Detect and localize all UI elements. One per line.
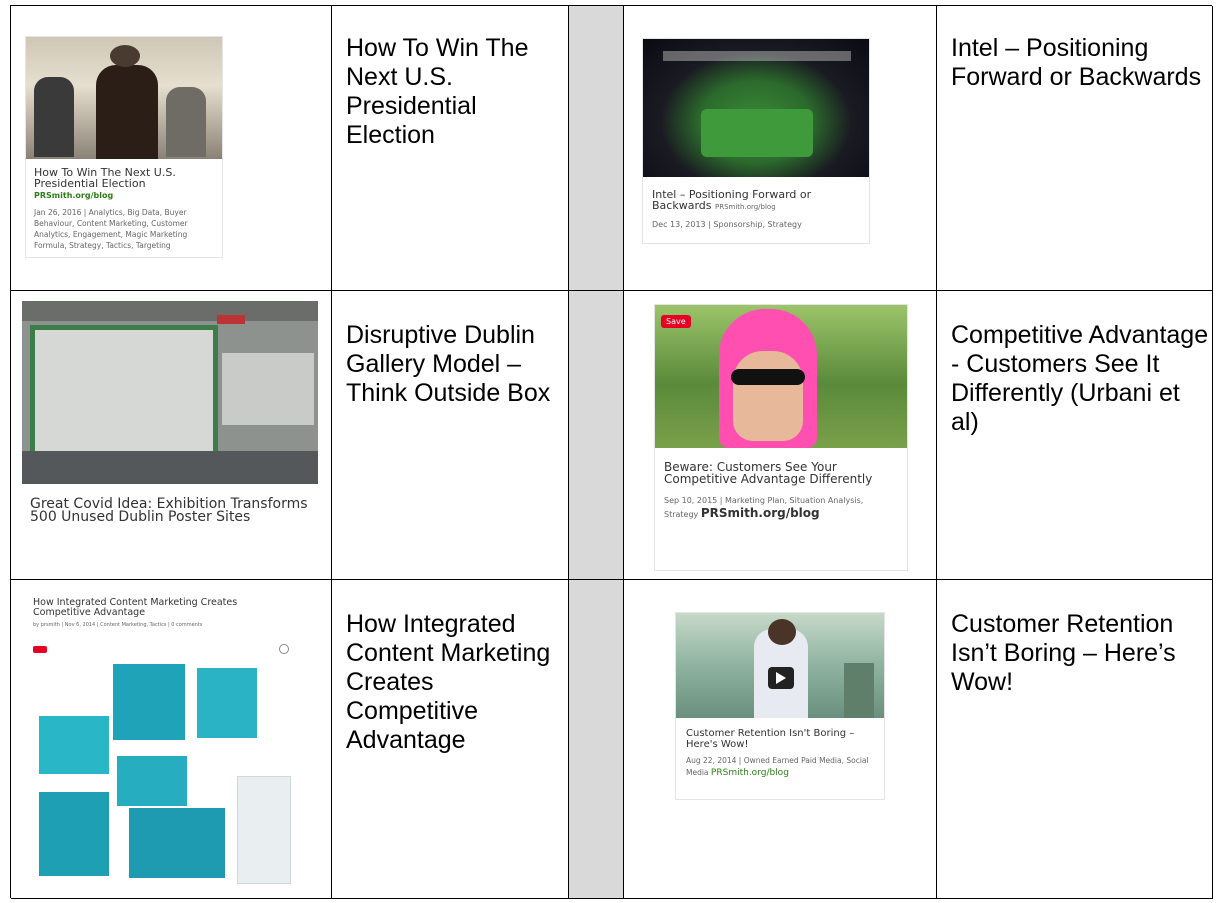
blog-post-table: How To Win The Next U.S. Presidential El…: [10, 5, 1213, 899]
column-divider: [569, 6, 624, 291]
save-icon: [33, 646, 47, 653]
row1-right-title-cell: Intel – Positioning Forward or Backwards: [937, 6, 1213, 291]
post-card[interactable]: Great Covid Idea: Exhibition Transforms …: [22, 301, 318, 570]
row1-left-thumbnail-cell: How To Win The Next U.S. Presidential El…: [11, 6, 332, 291]
infographic-thumb: [39, 792, 109, 876]
card-tag: PRSmith.org/blog: [34, 191, 114, 200]
post-title: Intel – Positioning Forward or Backwards: [951, 34, 1202, 91]
card-tag: PRSmith.org/blog: [710, 768, 789, 778]
row2-right-thumbnail-cell: Save Beware: Customers See Your Competit…: [624, 291, 937, 580]
post-card[interactable]: Intel – Positioning Forward or Backwards…: [642, 38, 870, 244]
card-title[interactable]: Beware: Customers See Your Competitive A…: [664, 461, 898, 485]
row3-right-thumbnail-cell: Customer Retention Isn't Boring – Here's…: [624, 580, 937, 899]
column-divider: [569, 580, 624, 899]
save-button[interactable]: Save: [661, 315, 691, 328]
infographic-thumb: [117, 756, 187, 806]
card-title[interactable]: How To Win The Next U.S. Presidential El…: [34, 166, 176, 190]
post-card[interactable]: Save Beware: Customers See Your Competit…: [654, 304, 908, 571]
infographic-thumb: [39, 716, 109, 774]
row1-left-title-cell: How To Win The Next U.S. Presidential El…: [332, 6, 569, 291]
infographic-thumb: [129, 808, 225, 878]
video-thumbnail: [676, 613, 884, 718]
row2-left-title-cell: Disruptive Dublin Gallery Model – Think …: [332, 291, 569, 580]
play-icon[interactable]: [768, 667, 794, 689]
card-byline: by prsmith | Nov 6, 2014 | Content Marke…: [33, 622, 203, 628]
row3-right-title-cell: Customer Retention Isn’t Boring – Here’s…: [937, 580, 1213, 899]
post-title: Disruptive Dublin Gallery Model – Think …: [346, 321, 551, 407]
card-meta: Dec 13, 2013 | Sponsorship, Strategy: [652, 220, 802, 229]
post-title: How Integrated Content Marketing Creates…: [346, 610, 551, 754]
infographic-thumb: [113, 664, 185, 740]
poster-site-photo: [22, 301, 318, 484]
row2-right-title-cell: Competitive Advantage - Customers See It…: [937, 291, 1213, 580]
column-divider: [569, 291, 624, 580]
row1-right-thumbnail-cell: Intel – Positioning Forward or Backwards…: [624, 6, 937, 291]
card-title[interactable]: Great Covid Idea: Exhibition Transforms …: [30, 497, 310, 524]
post-title: How To Win The Next U.S. Presidential El…: [346, 34, 529, 149]
card-meta: Jan 26, 2016 | Analytics, Big Data, Buye…: [34, 208, 188, 250]
post-card[interactable]: How To Win The Next U.S. Presidential El…: [25, 36, 223, 258]
card-tag: PRSmith.org/blog: [700, 506, 820, 520]
stadium-photo: [643, 39, 869, 177]
pink-wig-video-thumbnail: Save: [655, 305, 907, 448]
document-thumb: [237, 776, 291, 884]
post-card[interactable]: How Integrated Content Marketing Creates…: [33, 598, 293, 884]
zoom-icon: [279, 644, 289, 654]
card-tag: PRSmith.org/blog: [715, 203, 776, 211]
meeting-photo: [26, 37, 222, 159]
row3-left-title-cell: How Integrated Content Marketing Creates…: [332, 580, 569, 899]
post-title: Customer Retention Isn’t Boring – Here’s…: [951, 610, 1176, 696]
card-title[interactable]: How Integrated Content Marketing Creates…: [33, 598, 293, 618]
card-title[interactable]: Customer Retention Isn't Boring – Here's…: [686, 728, 874, 750]
row3-left-thumbnail-cell: How Integrated Content Marketing Creates…: [11, 580, 332, 899]
post-title: Competitive Advantage - Customers See It…: [951, 321, 1209, 436]
post-card[interactable]: Customer Retention Isn't Boring – Here's…: [675, 612, 885, 800]
infographic-thumb: [197, 668, 257, 738]
row2-left-thumbnail-cell: Great Covid Idea: Exhibition Transforms …: [11, 291, 332, 580]
